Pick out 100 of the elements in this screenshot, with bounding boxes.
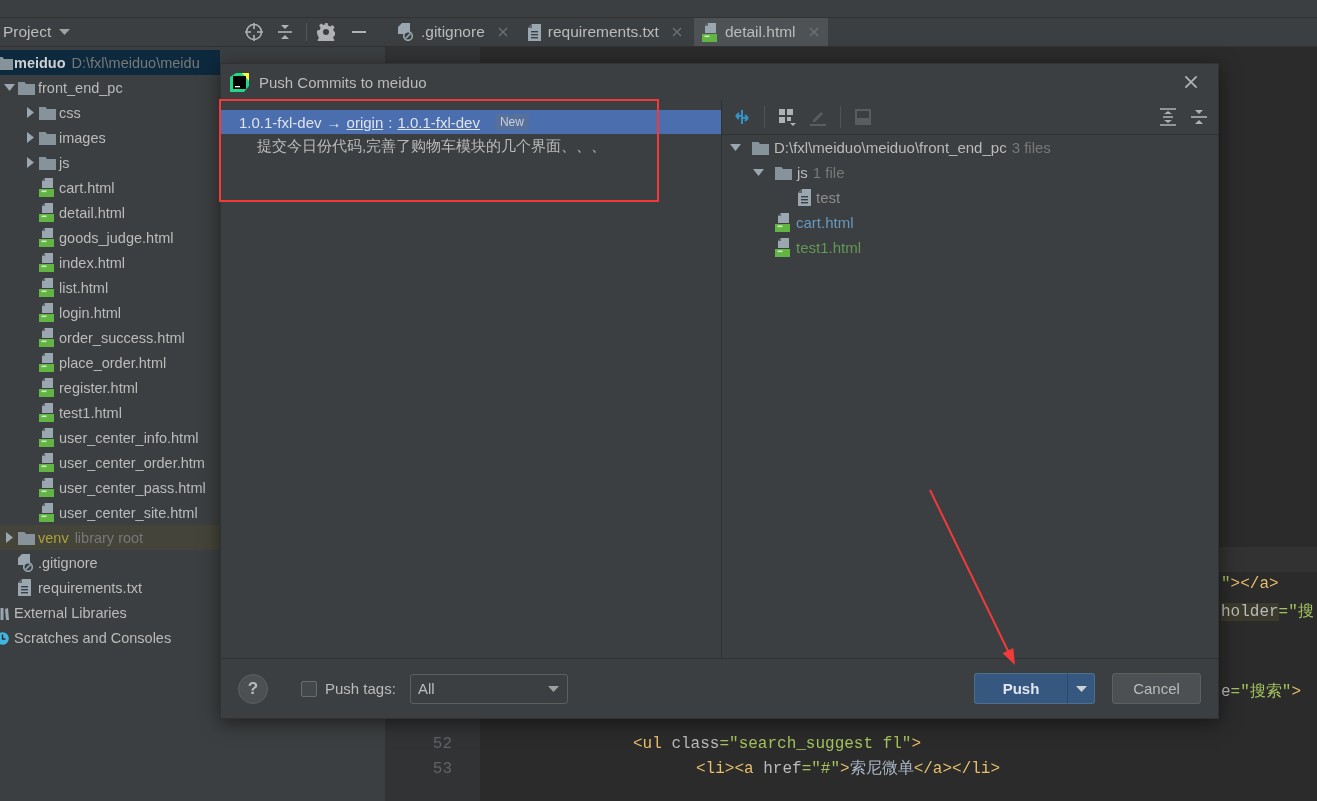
tree-item[interactable]: list.html [0,275,220,300]
tree-item[interactable]: Scratches and Consoles [0,625,220,650]
tree-item[interactable]: register.html [0,375,220,400]
tree-item[interactable]: js [0,150,220,175]
tree-item[interactable]: index.html [0,250,220,275]
html-file-icon [39,178,55,197]
caret-icon [59,29,71,35]
tree-item[interactable]: css [0,100,220,125]
tree-item[interactable]: order_success.html [0,325,220,350]
code-line: holder="搜 [1220,602,1314,623]
tree-item[interactable]: External Libraries [0,600,220,625]
tree-item[interactable]: D:\fxl\meiduo\meiduo\front_end_pc 3 files [722,135,1218,160]
tree-arrow-icon[interactable] [25,107,36,118]
dialog-title: Push Commits to meiduo [259,73,428,91]
tags-dropdown[interactable]: All [409,673,568,704]
tree-item[interactable]: test1.html [722,235,1218,260]
text-file-icon [527,23,541,41]
path-hint: D:\fxl\meiduo\meidu [71,54,200,71]
html-file-icon [39,378,55,397]
code-line: e="搜索"> [1220,681,1302,703]
html-file-icon [39,353,55,372]
text-file-icon [18,579,31,596]
checkbox[interactable] [301,680,317,697]
help-button[interactable]: ? [238,673,268,704]
tree-arrow-icon[interactable] [25,132,36,143]
collapse-all-icon[interactable] [276,23,294,41]
folder-icon [39,105,56,120]
close-icon[interactable] [1184,75,1198,89]
folder-icon [39,130,56,145]
app-icon [230,72,249,92]
new-badge: New [494,114,529,130]
tree-item[interactable]: images [0,125,220,150]
html-file-icon [39,228,55,247]
text-file-icon [798,189,811,206]
close-icon[interactable] [671,27,682,37]
html-file-icon [39,278,55,297]
tree-item[interactable]: test1.html [0,400,220,425]
folder-icon [18,530,35,545]
compare-arrows-icon[interactable] [733,108,751,126]
file-count: 3 files [1011,139,1051,156]
tree-item[interactable]: goods_judge.html [0,225,220,250]
push-button[interactable]: Push [974,673,1068,704]
commit-message: 提交今日份代码,完善了购物车模块的几个界面、、、 [257,137,607,156]
tree-arrow-icon[interactable] [4,532,15,543]
tree-item[interactable]: user_center_site.html [0,500,220,525]
html-file-icon [701,22,718,42]
view-selector[interactable]: Project [0,23,80,41]
arrow-sign: → [326,113,342,131]
code-line: <li><a href="#">索尼微单</a></li> [696,758,1001,780]
html-file-icon [39,328,55,347]
tree-arrow-icon[interactable] [4,82,15,93]
cancel-button[interactable]: Cancel [1112,673,1201,704]
tree-item[interactable]: user_center_pass.html [0,475,220,500]
html-file-icon [39,453,55,472]
tree-item[interactable]: user_center_info.html [0,425,220,450]
tree-arrow-icon[interactable] [25,157,36,168]
settings-icon[interactable] [317,23,335,41]
folder-icon [775,165,792,180]
tree-arrow-icon[interactable] [753,167,764,178]
tree-item[interactable]: cart.html [722,210,1218,235]
tree-item[interactable]: .gitignore [0,550,220,575]
dropdown-arrow-button[interactable] [1068,673,1095,704]
tree-item[interactable]: front_end_pc [0,75,220,100]
folder-icon [18,80,35,95]
ignored-file-icon [398,23,414,41]
folder-icon [0,55,13,70]
html-file-icon [775,213,791,232]
editor-tab[interactable]: requirements.txt [519,18,691,46]
tree-arrow-icon[interactable] [730,142,741,153]
collapse-all-icon[interactable] [1190,108,1208,126]
html-file-icon [39,478,55,497]
code-line: "></a> [1220,574,1279,595]
caret-icon [547,685,559,692]
tree-item[interactable]: cart.html [0,175,220,200]
html-file-icon [39,303,55,322]
tree-item[interactable]: user_center_order.htm [0,450,220,475]
close-icon[interactable] [497,27,508,37]
tree-item[interactable]: venv library root [0,525,220,550]
branch-link[interactable]: 1.0.1-fxl-dev [397,113,480,131]
html-file-icon [39,253,55,272]
html-file-icon [775,238,791,257]
branch-name: 1.0.1-fxl-dev [239,113,322,131]
tree-item[interactable]: detail.html [0,200,220,225]
locate-icon[interactable] [245,23,263,41]
tree-item[interactable]: login.html [0,300,220,325]
html-file-icon [39,503,55,522]
tree-item[interactable]: meiduo D:\fxl\meiduo\meidu [0,50,220,75]
html-file-icon [39,203,55,222]
editor-tab[interactable]: .gitignore [390,18,517,46]
tree-item[interactable]: place_order.html [0,350,220,375]
html-file-icon [39,428,55,447]
editor-tab[interactable]: detail.html [693,18,828,46]
tree-item[interactable]: test [722,185,1218,210]
tree-item[interactable]: js 1 file [722,160,1218,185]
grid-icon[interactable] [778,108,796,126]
tree-item[interactable]: requirements.txt [0,575,220,600]
remote-link[interactable]: origin [346,113,384,131]
expand-all-icon[interactable] [1159,108,1177,126]
commit-row[interactable]: 1.0.1-fxl-dev → origin : 1.0.1-fxl-dev New [221,110,721,134]
code-line: <ul class="search_suggest fl"> [633,734,922,755]
